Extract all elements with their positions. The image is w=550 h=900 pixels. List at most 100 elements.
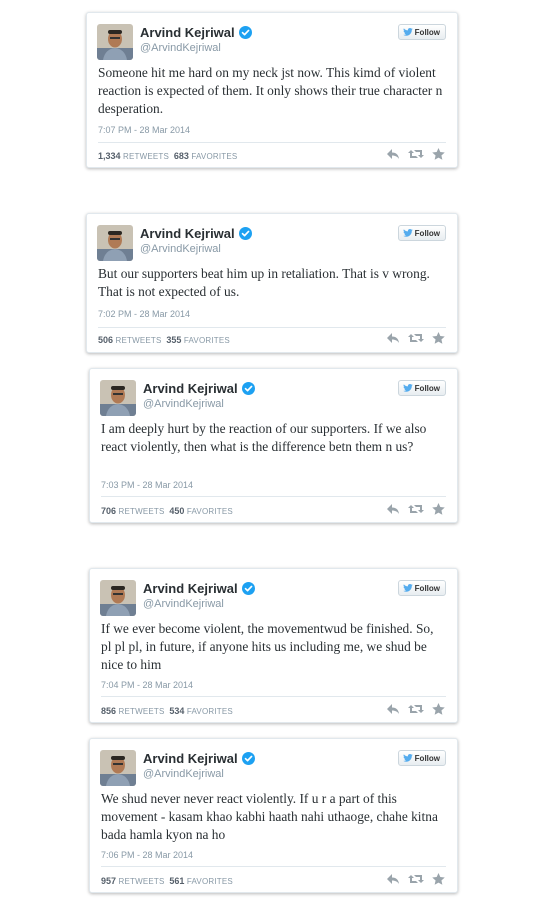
tweet-stats: 957 RETWEETS 561 FAVORITES <box>101 876 233 886</box>
author-handle[interactable]: @ArvindKejriwal <box>140 42 221 54</box>
favorites-stat[interactable]: 561 FAVORITES <box>169 876 233 886</box>
favorites-stat[interactable]: 534 FAVORITES <box>169 706 233 716</box>
tweet-stats: 856 RETWEETS 534 FAVORITES <box>101 706 233 716</box>
twitter-bird-icon <box>402 584 413 592</box>
favorites-stat[interactable]: 355 FAVORITES <box>166 335 230 345</box>
tweet-text: But our supporters beat him up in retali… <box>98 266 430 299</box>
follow-button[interactable]: Follow <box>397 380 446 396</box>
verified-badge-icon <box>238 26 252 39</box>
favorite-star-icon[interactable] <box>432 332 445 344</box>
avatar[interactable] <box>100 580 136 616</box>
tweet-text: I am deeply hurt by the reaction of our … <box>101 421 427 454</box>
reply-icon[interactable] <box>386 873 400 885</box>
retweets-label: RETWEETS <box>115 336 162 345</box>
verified-badge-icon <box>241 382 255 395</box>
favorites-stat[interactable]: 450 FAVORITES <box>169 506 233 516</box>
retweet-count: 706 <box>101 506 117 516</box>
retweets-label: RETWEETS <box>118 707 165 716</box>
author-name[interactable]: Arvind Kejriwal <box>140 25 252 40</box>
favorites-label: FAVORITES <box>186 507 233 516</box>
tweet-timestamp[interactable]: 7:07 PM - 28 Mar 2014 <box>98 125 190 135</box>
avatar[interactable] <box>100 380 136 416</box>
retweets-stat[interactable]: 506 RETWEETS <box>98 335 162 345</box>
favorite-star-icon[interactable] <box>432 873 445 885</box>
divider <box>98 327 446 328</box>
tweet-card-1: Arvind Kejriwal @ArvindKejriwal Follow S… <box>86 12 458 168</box>
retweets-label: RETWEETS <box>118 877 165 886</box>
retweet-icon[interactable] <box>408 332 424 344</box>
retweet-icon[interactable] <box>408 503 424 515</box>
favorite-star-icon[interactable] <box>432 703 445 715</box>
follow-label: Follow <box>414 228 440 238</box>
retweets-label: RETWEETS <box>122 152 170 161</box>
favorite-star-icon[interactable] <box>432 148 445 160</box>
verified-badge-icon <box>238 227 252 240</box>
follow-button[interactable]: Follow <box>397 24 446 40</box>
follow-label: Follow <box>414 583 440 593</box>
tweet-actions <box>386 873 445 885</box>
twitter-bird-icon <box>402 754 413 762</box>
favorite-star-icon[interactable] <box>432 503 445 515</box>
retweet-count: 506 <box>98 335 114 345</box>
tweet-card-2: Arvind Kejriwal @ArvindKejriwal Follow B… <box>86 213 458 353</box>
favorite-count: 534 <box>169 706 185 716</box>
author-handle[interactable]: @ArvindKejriwal <box>143 598 224 610</box>
tweet-timestamp[interactable]: 7:03 PM - 28 Mar 2014 <box>101 480 193 490</box>
tweet-card-5: Arvind Kejriwal @ArvindKejriwal Follow W… <box>89 738 458 893</box>
author-name-text[interactable]: Arvind Kejriwal <box>140 25 235 40</box>
favorites-label: FAVORITES <box>186 707 233 716</box>
tweet-card-3: Arvind Kejriwal @ArvindKejriwal Follow I… <box>89 368 458 523</box>
favorite-count: 450 <box>169 506 185 516</box>
twitter-bird-icon <box>402 28 413 36</box>
favorites-stat[interactable]: 683 FAVORITES <box>173 151 238 161</box>
author-name-text[interactable]: Arvind Kejriwal <box>143 751 238 766</box>
retweets-stat[interactable]: 856 RETWEETS <box>101 706 165 716</box>
retweet-icon[interactable] <box>408 148 424 160</box>
follow-button[interactable]: Follow <box>397 750 446 766</box>
favorites-label: FAVORITES <box>183 336 230 345</box>
author-name-text[interactable]: Arvind Kejriwal <box>143 581 238 596</box>
divider <box>98 142 446 143</box>
twitter-bird-icon <box>402 229 413 237</box>
author-handle[interactable]: @ArvindKejriwal <box>143 768 224 780</box>
author-name[interactable]: Arvind Kejriwal <box>143 381 255 396</box>
reply-icon[interactable] <box>386 332 400 344</box>
author-name[interactable]: Arvind Kejriwal <box>140 226 252 241</box>
author-handle[interactable]: @ArvindKejriwal <box>143 398 224 410</box>
tweet-actions <box>386 148 445 160</box>
retweets-stat[interactable]: 706 RETWEETS <box>101 506 165 516</box>
tweet-stats: 1,334 RETWEETS 683 FAVORITES <box>98 151 237 161</box>
retweets-label: RETWEETS <box>118 507 165 516</box>
retweet-count: 1,334 <box>98 151 121 161</box>
retweets-stat[interactable]: 957 RETWEETS <box>101 876 165 886</box>
twitter-bird-icon <box>402 384 413 392</box>
tweet-timestamp[interactable]: 7:04 PM - 28 Mar 2014 <box>101 680 193 690</box>
retweet-count: 957 <box>101 876 117 886</box>
reply-icon[interactable] <box>386 148 400 160</box>
author-handle[interactable]: @ArvindKejriwal <box>140 243 221 255</box>
tweet-actions <box>386 503 445 515</box>
follow-label: Follow <box>414 27 440 37</box>
tweet-timestamp[interactable]: 7:02 PM - 28 Mar 2014 <box>98 309 190 319</box>
avatar[interactable] <box>97 24 133 60</box>
tweet-timestamp[interactable]: 7:06 PM - 28 Mar 2014 <box>101 850 193 860</box>
author-name-text[interactable]: Arvind Kejriwal <box>140 226 235 241</box>
follow-button[interactable]: Follow <box>397 225 446 241</box>
reply-icon[interactable] <box>386 703 400 715</box>
retweet-icon[interactable] <box>408 873 424 885</box>
tweet-actions <box>386 332 445 344</box>
follow-button[interactable]: Follow <box>397 580 446 596</box>
author-name[interactable]: Arvind Kejriwal <box>143 581 255 596</box>
avatar[interactable] <box>100 750 136 786</box>
tweet-stats: 706 RETWEETS 450 FAVORITES <box>101 506 233 516</box>
tweet-stats: 506 RETWEETS 355 FAVORITES <box>98 335 230 345</box>
divider <box>101 866 446 867</box>
avatar[interactable] <box>97 225 133 261</box>
reply-icon[interactable] <box>386 503 400 515</box>
favorite-count: 683 <box>173 151 189 161</box>
follow-label: Follow <box>414 753 440 763</box>
retweet-icon[interactable] <box>408 703 424 715</box>
retweets-stat[interactable]: 1,334 RETWEETS <box>98 151 170 161</box>
author-name-text[interactable]: Arvind Kejriwal <box>143 381 238 396</box>
author-name[interactable]: Arvind Kejriwal <box>143 751 255 766</box>
